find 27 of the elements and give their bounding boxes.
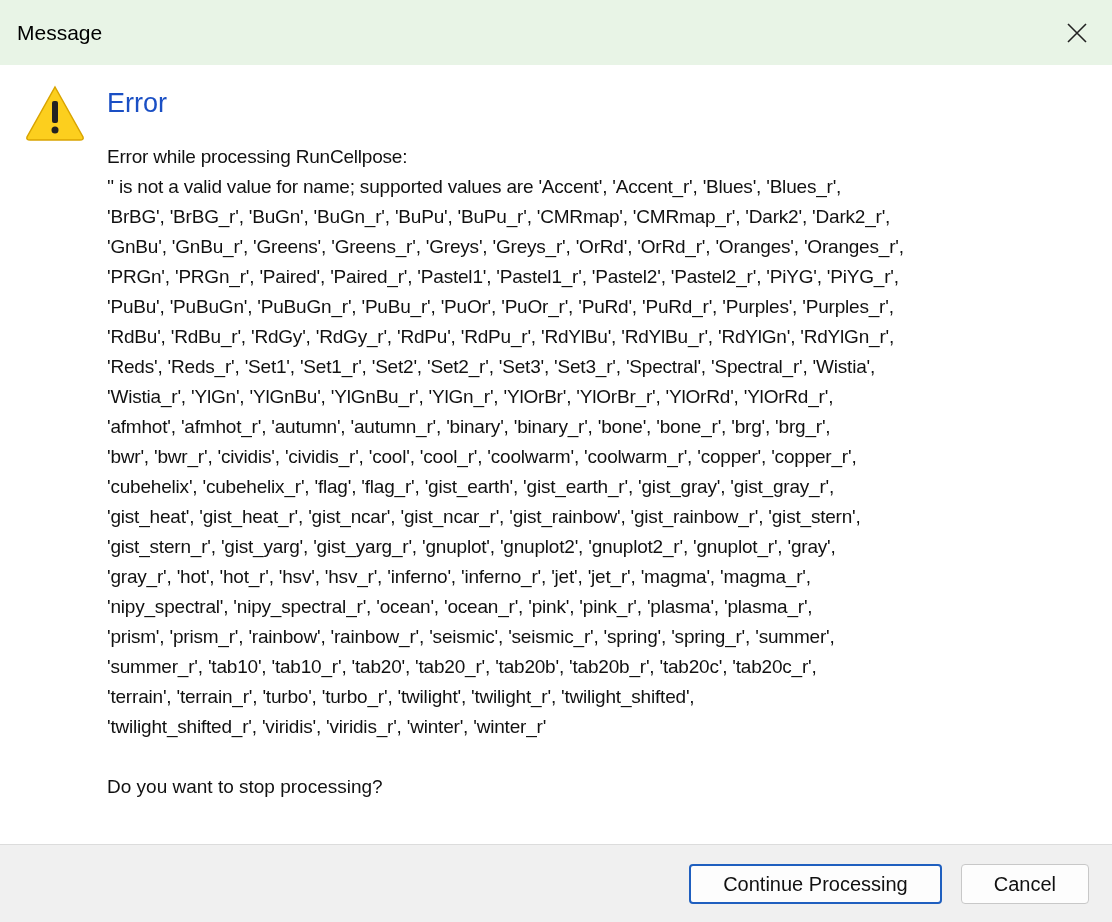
dialog-button[interactable]: Cancel xyxy=(960,863,1089,904)
message-line: 'PRGn', 'PRGn_r', 'Paired', 'Paired_r', 'Pastel1', 'Pastel1_r', 'Pastel2', 'Pastel2_r', 'PiYG', 'PiYG_r', xyxy=(107,265,900,290)
message-line: 'cubehelix', 'cubehelix_r', 'flag', 'flag_r', 'gist_earth', 'gist_earth_r', 'gist_gray', 'gist_gray_r', xyxy=(107,475,836,500)
message-line: '' is not a valid value for name; supported values are 'Accent', 'Accent_r', 'Blues', 'Blues_r', xyxy=(107,175,843,200)
message-line: 'afmhot', 'afmhot_r', 'autumn', 'autumn_r', 'binary', 'binary_r', 'bone', 'bone_r', 'brg', 'brg_r', xyxy=(107,415,832,440)
message-line: 'gist_stern_r', 'gist_yarg', 'gist_yarg_r', 'gnuplot', 'gnuplot2', 'gnuplot2_r', 'gnuplot_r', 'gray', xyxy=(107,535,837,560)
dialog-button[interactable]: Continue Processing xyxy=(689,863,942,904)
message-line: 'Wistia_r', 'YlGn', 'YlGnBu', 'YlGnBu_r', 'YlGn_r', 'YlOrBr', 'YlOrBr_r', 'YlOrRd', 'YlOrRd_r', xyxy=(107,385,835,410)
message-line: 'twilight_shifted_r', 'viridis', 'viridis_r', 'winter', 'winter_r' xyxy=(107,715,548,740)
warning-icon xyxy=(25,85,85,141)
window-title: Message xyxy=(17,19,103,46)
message-line: 'PuBu', 'PuBuGn', 'PuBuGn_r', 'PuBu_r', 'PuOr', 'PuOr_r', 'PuRd', 'PuRd_r', 'Purples', 'Purples_r', xyxy=(107,295,895,320)
message-line: 'summer_r', 'tab10', 'tab10_r', 'tab20', 'tab20_r', 'tab20b', 'tab20b_r', 'tab20c', 'tab20c_r', xyxy=(107,655,818,680)
message-line: 'BrBG', 'BrBG_r', 'BuGn', 'BuGn_r', 'BuPu', 'BuPu_r', 'CMRmap', 'CMRmap_r', 'Dark2', 'Dark2_r', xyxy=(107,205,892,230)
question-text: Do you want to stop processing? xyxy=(107,775,384,799)
message-line: 'GnBu', 'GnBu_r', 'Greens', 'Greens_r', 'Greys', 'Greys_r', 'OrRd', 'OrRd_r', 'Oranges', 'Oranges_r', xyxy=(107,235,904,260)
message-line: 'nipy_spectral', 'nipy_spectral_r', 'ocean', 'ocean_r', 'pink', 'pink_r', 'plasma', 'plasma_r', xyxy=(107,595,814,620)
message-line: 'terrain', 'terrain_r', 'turbo', 'turbo_r', 'twilight', 'twilight_r', 'twilight_shifted', xyxy=(107,685,696,710)
message-line: 'bwr', 'bwr_r', 'cividis', 'cividis_r', 'cool', 'cool_r', 'coolwarm', 'coolwarm_r', 'copper', 'copper_r', xyxy=(107,445,858,470)
message-line: 'gray_r', 'hot', 'hot_r', 'hsv', 'hsv_r', 'inferno', 'inferno_r', 'jet', 'jet_r', 'magma', 'magma_r', xyxy=(107,565,812,590)
message-line: 'RdBu', 'RdBu_r', 'RdGy', 'RdGy_r', 'RdPu', 'RdPu_r', 'RdYlBu', 'RdYlBu_r', 'RdYlGn', 'RdYlGn_r', xyxy=(107,325,896,350)
dialog-heading: Error xyxy=(107,87,168,120)
message-line: 'gist_heat', 'gist_heat_r', 'gist_ncar', 'gist_ncar_r', 'gist_rainbow', 'gist_rainbow_r', 'gist_stern', xyxy=(107,505,862,530)
close-icon xyxy=(1067,22,1087,43)
message-line: 'Reds', 'Reds_r', 'Set1', 'Set1_r', 'Set2', 'Set2_r', 'Set3', 'Set3_r', 'Spectral', 'Spectral_r', 'Wistia', xyxy=(107,355,877,380)
message-line: 'prism', 'prism_r', 'rainbow', 'rainbow_r', 'seismic', 'seismic_r', 'spring', 'spring_r', 'summer', xyxy=(107,625,836,650)
message-line: Error while processing RunCellpose: xyxy=(107,145,409,169)
